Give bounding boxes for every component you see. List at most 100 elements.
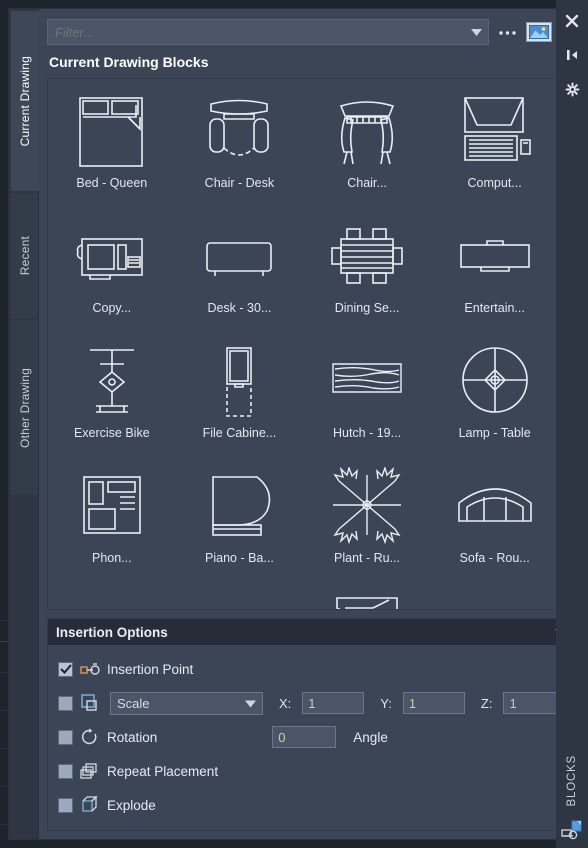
block-label: Copy...	[92, 301, 132, 315]
blocks-icon[interactable]	[557, 816, 587, 844]
desk-block-icon	[191, 214, 287, 300]
block-item[interactable]: Lamp - Table	[431, 335, 559, 460]
rotation-icon	[80, 727, 100, 747]
block-item[interactable]	[431, 585, 559, 609]
block-label: File Cabine...	[202, 426, 277, 440]
filter-input-wrapper	[47, 19, 490, 45]
explode-row: Explode	[48, 788, 575, 822]
tab-recent-label: Recent	[17, 235, 32, 276]
block-item[interactable]: Copy...	[48, 210, 176, 335]
block-item[interactable]	[303, 585, 431, 609]
repeat-placement-label: Repeat Placement	[107, 763, 219, 779]
blocks-grid-container: Bed - Queen Chair - Desk Chair... Comput…	[47, 78, 577, 610]
scale-checkbox[interactable]	[58, 695, 73, 711]
tab-other-drawing-label: Other Drawing	[17, 367, 32, 448]
block-item[interactable]: Phon...	[48, 460, 176, 585]
piano-baby-grand-block-icon	[191, 464, 287, 550]
block-item[interactable]: Bed - Queen	[48, 85, 176, 210]
angle-label: Angle	[353, 729, 388, 745]
rotation-row: Rotation 0 Angle	[48, 720, 575, 754]
properties-icon[interactable]	[559, 76, 585, 102]
insertion-point-row: Insertion Point	[48, 652, 575, 686]
rotation-angle-input[interactable]: 0	[272, 726, 337, 748]
insertion-point-label: Insertion Point	[107, 661, 194, 677]
block-label: Plant - Ru...	[334, 551, 401, 565]
insertion-options-header[interactable]: Insertion Options	[48, 619, 576, 645]
entertainment-center-block-icon	[447, 214, 543, 300]
insertion-options-title: Insertion Options	[56, 624, 168, 640]
plant-block-icon	[319, 464, 415, 550]
block-label: Chair...	[347, 176, 387, 190]
block-item[interactable]: Piano - Ba...	[176, 460, 304, 585]
scale-y-label: Y:	[380, 695, 392, 711]
palette-title: BLOCKS	[566, 102, 578, 816]
palette-tab-strip: Current Drawing Recent Other Drawing	[9, 9, 39, 839]
file-cabinet-block-icon	[191, 339, 287, 425]
repeat-placement-icon	[80, 761, 100, 781]
tab-other-drawing[interactable]: Other Drawing	[11, 320, 39, 495]
auto-hide-icon[interactable]	[559, 42, 585, 68]
bed-queen-block-icon	[64, 89, 160, 175]
filter-input[interactable]	[47, 19, 490, 45]
scale-row: Scale X: 1 Y: 1 Z: 1	[48, 686, 575, 720]
filter-toolbar	[47, 19, 576, 45]
insertion-point-icon	[80, 659, 100, 679]
insertion-options-panel: Insertion Options Insertion Point Scale …	[47, 618, 577, 831]
block-label: Comput...	[467, 176, 522, 190]
partial-block-icon	[319, 589, 415, 609]
insertion-options-body: Insertion Point Scale X: 1 Y: 1 Z: 1 Rot…	[48, 645, 575, 830]
block-item[interactable]: File Cabine...	[176, 335, 304, 460]
scale-y-input[interactable]: 1	[402, 692, 465, 714]
block-item[interactable]	[176, 585, 304, 609]
block-label: Sofa - Rou...	[459, 551, 530, 565]
computer-block-icon	[447, 89, 543, 175]
block-item[interactable]: Sofa - Rou...	[431, 460, 559, 585]
block-item[interactable]: Exercise Bike	[48, 335, 176, 460]
scale-dropdown[interactable]: Scale	[110, 691, 263, 715]
chair-block-icon	[319, 89, 415, 175]
scale-dropdown-value: Scale	[117, 695, 150, 711]
palette-right-bar: BLOCKS	[556, 0, 588, 848]
dining-set-block-icon	[319, 214, 415, 300]
block-item[interactable]: Dining Se...	[303, 210, 431, 335]
repeat-placement-row: Repeat Placement	[48, 754, 575, 788]
chair-desk-block-icon	[191, 89, 287, 175]
block-label: Desk - 30...	[207, 301, 272, 315]
block-item[interactable]: Plant - Ru...	[303, 460, 431, 585]
more-options-button[interactable]	[496, 27, 519, 37]
block-item[interactable]	[48, 585, 176, 609]
tab-recent[interactable]: Recent	[11, 193, 39, 318]
blocks-grid: Bed - Queen Chair - Desk Chair... Comput…	[48, 79, 558, 609]
explode-checkbox[interactable]	[58, 797, 73, 813]
block-item[interactable]: Desk - 30...	[176, 210, 304, 335]
block-label: Lamp - Table	[458, 426, 531, 440]
block-label: Piano - Ba...	[205, 551, 274, 565]
phone-block-icon	[64, 464, 160, 550]
block-item[interactable]: Entertain...	[431, 210, 559, 335]
rotation-label: Rotation	[107, 729, 158, 745]
explode-label: Explode	[107, 797, 156, 813]
hutch-block-icon	[319, 339, 415, 425]
blocks-palette: Current Drawing Recent Other Drawing Fil…	[8, 8, 585, 840]
rotation-checkbox[interactable]	[58, 729, 73, 745]
block-label: Dining Se...	[334, 301, 400, 315]
image-thumbnail-icon[interactable]	[526, 22, 553, 42]
block-label: Hutch - 19...	[332, 426, 402, 440]
block-item[interactable]: Hutch - 19...	[303, 335, 431, 460]
page-title: Current Drawing Blocks	[49, 54, 209, 70]
lamp-table-block-icon	[447, 339, 543, 425]
block-label: Chair - Desk	[204, 176, 275, 190]
insertion-point-checkbox[interactable]	[58, 661, 73, 677]
block-label: Entertain...	[464, 301, 525, 315]
palette-body: Current Drawing Blocks	[39, 9, 585, 839]
chevron-down-icon	[245, 696, 256, 711]
close-icon[interactable]	[559, 8, 585, 34]
repeat-placement-checkbox[interactable]	[58, 763, 73, 779]
block-item[interactable]: Chair - Desk	[176, 85, 304, 210]
block-item[interactable]: Comput...	[431, 85, 559, 210]
sofa-block-icon	[447, 464, 543, 550]
scale-x-input[interactable]: 1	[302, 692, 365, 714]
scale-x-label: X:	[279, 695, 292, 711]
tab-current-drawing[interactable]: Current Drawing	[11, 11, 39, 191]
block-item[interactable]: Chair...	[303, 85, 431, 210]
